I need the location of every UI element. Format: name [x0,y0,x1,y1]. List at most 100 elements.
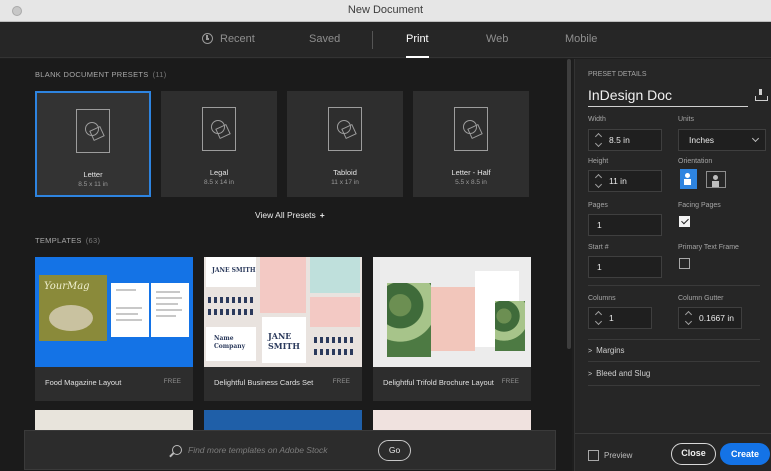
stepper-arrows-icon[interactable] [595,133,603,147]
document-icon [202,107,236,151]
preset-legal[interactable]: Legal 8.5 x 14 in [161,91,277,197]
person-body [712,181,719,187]
preset-letter-half[interactable]: Letter - Half 5.5 x 8.5 in [413,91,529,197]
tab-recent-label: Recent [220,33,255,45]
card-text: JANE SMITH [212,267,256,274]
template-food-magazine[interactable]: YourMag Food Magazine Layout FREE [35,257,193,401]
primary-text-frame-checkbox[interactable] [679,258,690,269]
dialog-footer: Preview Close Create [575,433,771,471]
units-select[interactable]: Inches [678,129,766,151]
text-line [156,303,178,305]
preset-details-panel: PRESET DETAILS InDesign Doc Width 8.5 in… [574,59,771,471]
width-field[interactable]: 8.5 in [588,129,662,151]
primary-text-frame-label: Primary Text Frame [678,244,739,251]
pages-label: Pages [588,202,608,209]
text-line [116,319,142,321]
preset-name: Letter - Half [451,168,491,177]
tab-recent[interactable]: Recent [202,22,255,58]
text-line [156,297,182,299]
preset-tabloid[interactable]: Tabloid 11 x 17 in [287,91,403,197]
units-value: Inches [689,135,715,145]
columns-value: 1 [609,313,614,323]
start-page-label: Start # [588,244,609,251]
pages-field[interactable]: 1 [588,214,662,236]
template-thumbnail: JANE SMITH Name Company JANE SMITH [204,257,362,367]
preview-label: Preview [604,451,633,460]
magazine-page [151,283,189,337]
columns-field[interactable]: 1 [588,307,652,329]
tab-print[interactable]: Print [406,22,429,58]
template-trifold-brochure[interactable]: Delightful Trifold Brochure Layout FREE [373,257,531,401]
tab-bar: Recent Saved Print Web Mobile [0,22,771,58]
card-pattern [314,337,356,343]
stock-search-bar: Find more templates on Adobe Stock Go [24,430,556,470]
facing-pages-label: Facing Pages [678,202,721,209]
card-text: Name Company [214,335,246,350]
magazine-page [111,283,149,337]
start-page-field[interactable]: 1 [588,256,662,278]
landscape-orientation-button[interactable] [706,171,726,188]
preview-checkbox[interactable] [588,450,599,461]
orientation-label: Orientation [678,158,713,165]
card-pattern [314,349,356,355]
tab-divider [372,31,373,49]
template-thumbnail [373,257,531,367]
card-pattern [208,297,254,303]
portrait-orientation-button[interactable] [680,169,697,189]
bleed-slug-label: Bleed and Slug [596,369,651,378]
document-name-field[interactable]: InDesign Doc [588,85,748,107]
preset-name: Legal [209,168,229,177]
template-name: Delightful Business Cards Set [214,378,314,387]
text-line [156,309,182,311]
scrollbar-thumb[interactable] [567,59,571,349]
tab-saved[interactable]: Saved [309,22,340,58]
presets-scrollbar[interactable] [566,59,572,471]
presets-count: (11) [152,70,167,79]
templates-heading-text: TEMPLATES [35,236,82,245]
preset-letter[interactable]: Letter 8.5 x 11 in [35,91,151,197]
preset-size: 5.5 x 8.5 in [455,179,487,186]
stepper-arrows-icon[interactable] [595,311,603,325]
card-text: JANE SMITH [268,331,300,351]
bleed-slug-expander[interactable]: > Bleed and Slug [588,369,650,378]
facing-pages-checkbox[interactable] [679,216,690,227]
tab-saved-label: Saved [309,33,341,45]
stock-search-input[interactable]: Find more templates on Adobe Stock [188,445,328,455]
brochure-color-panel [431,287,475,351]
person-body [684,179,691,185]
pages-value: 1 [597,220,602,230]
column-gutter-field[interactable]: 0.1667 in [678,307,742,329]
template-thumbnail: YourMag [35,257,193,367]
tab-web[interactable]: Web [486,22,508,58]
tab-mobile[interactable]: Mobile [565,22,597,58]
magazine-cover-title: YourMag [44,281,90,292]
templates-count: (63) [85,236,101,245]
margins-label: Margins [596,346,625,355]
templates-heading: TEMPLATES (63) [35,236,100,245]
column-gutter-value: 0.1667 in [699,313,734,323]
stepper-arrows-icon[interactable] [685,311,693,325]
go-button[interactable]: Go [378,440,411,461]
divider [588,361,760,362]
brochure-photo-panel [387,283,431,357]
text-line [156,315,176,317]
food-bowl-image [49,305,93,331]
document-icon [328,107,362,151]
width-value: 8.5 in [609,135,630,145]
height-field[interactable]: 11 in [588,170,662,192]
business-card: Name Company [206,327,256,361]
save-preset-icon[interactable] [755,89,768,101]
view-all-presets-link[interactable]: View All Presets + [255,210,325,220]
tab-mobile-label: Mobile [565,33,598,45]
margins-expander[interactable]: > Margins [588,346,625,355]
template-name: Delightful Trifold Brochure Layout [383,378,494,387]
brochure-photo-panel [495,301,525,351]
stepper-arrows-icon[interactable] [595,174,603,188]
business-card [310,297,360,327]
start-page-value: 1 [597,262,602,272]
close-button[interactable]: Close [671,443,716,465]
create-button[interactable]: Create [720,443,770,465]
preset-size: 11 x 17 in [331,179,359,186]
template-business-cards[interactable]: JANE SMITH Name Company JANE SMITH Delig… [204,257,362,401]
plus-icon: + [319,210,325,220]
